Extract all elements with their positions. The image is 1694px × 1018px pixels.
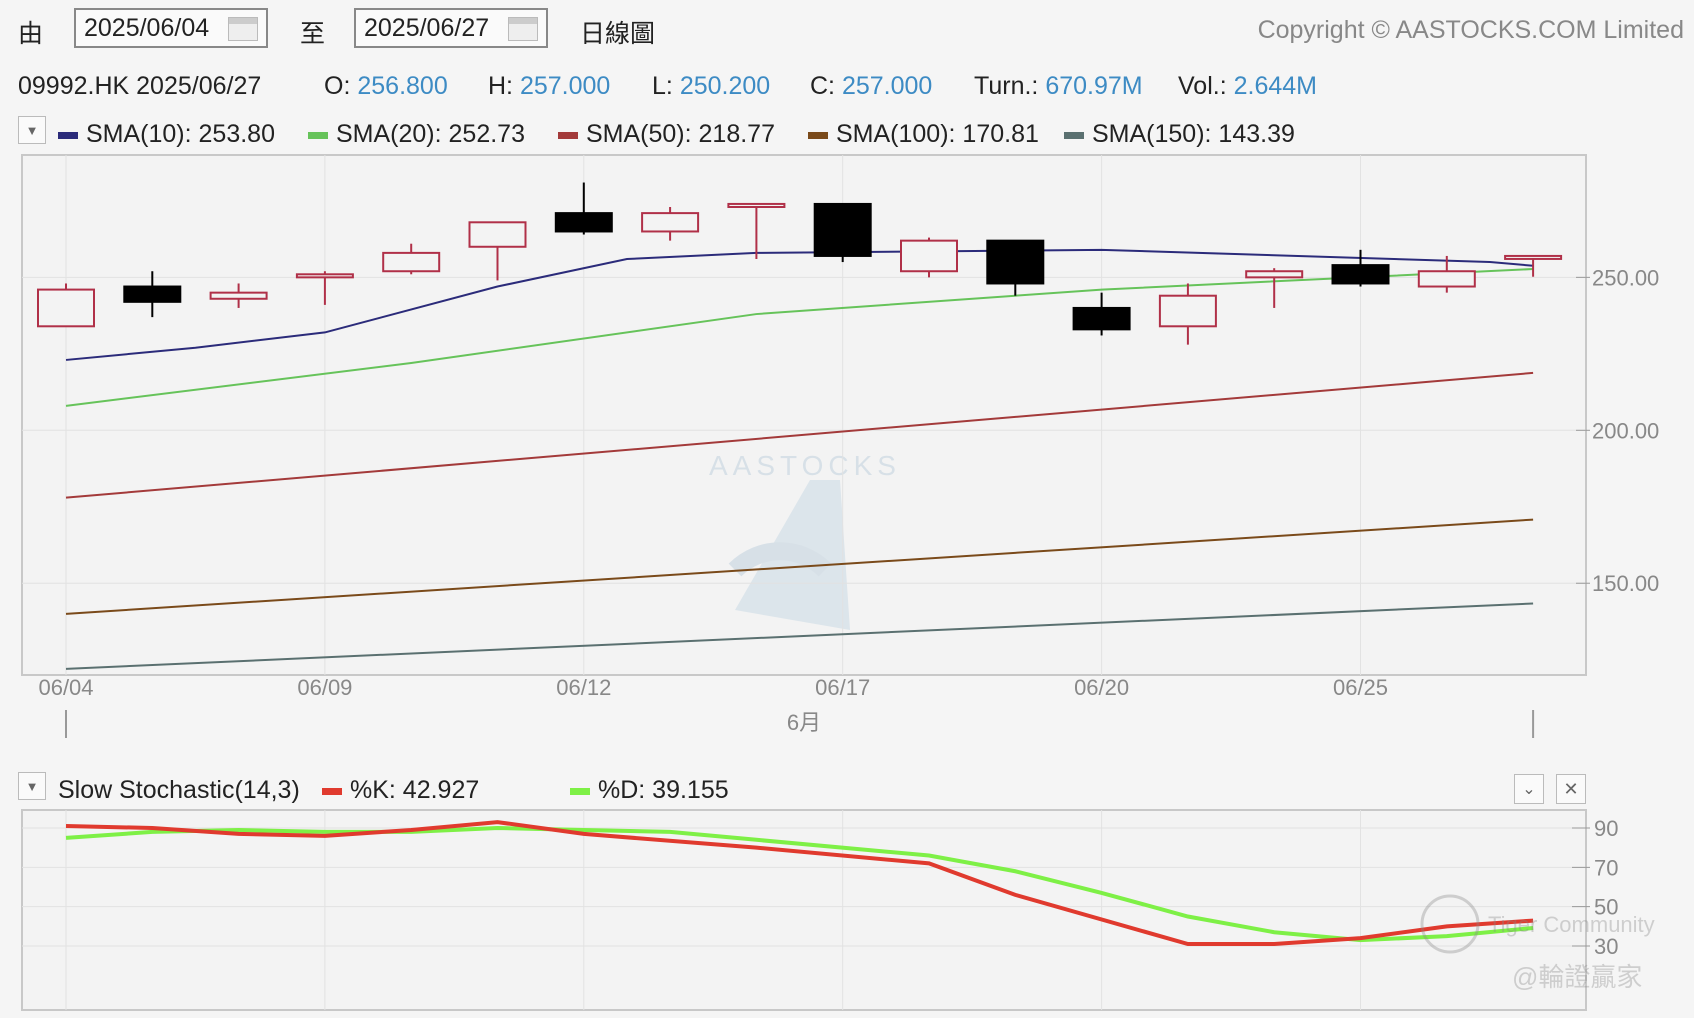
- legend-swatch: [808, 131, 828, 139]
- y-tick-label: 30: [1594, 934, 1618, 959]
- main-chart-dropdown-button[interactable]: ▼: [18, 116, 46, 144]
- volume-field: Vol.: 2.644M: [1178, 72, 1317, 101]
- candle-body: [382, 251, 441, 273]
- close-field: C: 257.000: [810, 72, 932, 101]
- y-tick-label: 90: [1594, 816, 1618, 841]
- x-tick-label: 06/04: [38, 675, 93, 700]
- candle-body: [123, 285, 182, 303]
- legend-sma10: SMA(10): 253.80: [58, 120, 275, 149]
- candle-body: [727, 202, 786, 209]
- legend-swatch: [570, 787, 590, 795]
- volume-value: 2.644M: [1233, 72, 1317, 100]
- legend-label: SMA(20): 252.73: [336, 120, 525, 148]
- close-panel-button[interactable]: ✕: [1556, 774, 1586, 804]
- candle-body: [1331, 264, 1390, 285]
- x-tick-label: 06/17: [815, 675, 870, 700]
- legend-swatch: [58, 131, 78, 139]
- open-value: 256.800: [357, 72, 448, 100]
- candle-body: [1245, 270, 1304, 279]
- low-value: 250.200: [679, 72, 771, 100]
- legend-sma50: SMA(50): 218.77: [558, 120, 775, 149]
- legend-swatch: [322, 787, 342, 795]
- legend-label: SMA(100): 170.81: [836, 120, 1039, 148]
- price-chart[interactable]: AASTOCKS 150.00200.00250.00 06/04 06/09 06…: [0, 150, 1694, 740]
- turnover-value: 670.97M: [1045, 72, 1143, 100]
- legend-swatch: [308, 131, 328, 139]
- calendar-icon[interactable]: [228, 17, 258, 41]
- copyright-text: Copyright © AASTOCKS.COM Limited: [1257, 16, 1684, 44]
- legend-sma100: SMA(100): 170.81: [808, 120, 1039, 149]
- turnover-field: Turn.: 670.97M: [974, 72, 1143, 101]
- legend-sma150: SMA(150): 143.39: [1064, 120, 1295, 149]
- candle-body: [295, 273, 354, 279]
- collapse-panel-button[interactable]: ⌄: [1514, 774, 1544, 804]
- legend-sma20: SMA(20): 252.73: [308, 120, 525, 149]
- candle-body: [209, 291, 268, 300]
- legend-swatch: [1064, 131, 1084, 139]
- turnover-label: Turn.:: [974, 72, 1039, 100]
- from-date-input[interactable]: 2025/06/04: [74, 8, 268, 48]
- y-tick-label: 150.00: [1592, 571, 1659, 596]
- stochastic-chart[interactable]: 30507090 Tiger Community @輪證贏家: [0, 806, 1694, 1016]
- legend-d: %D: 39.155: [570, 776, 729, 805]
- y-tick-label: 70: [1594, 855, 1618, 880]
- from-date-value: 2025/06/04: [84, 13, 210, 42]
- legend-label: %K: 42.927: [350, 776, 480, 804]
- x-tick-label: 06/20: [1074, 675, 1129, 700]
- x-tick-label: 06/12: [556, 675, 611, 700]
- legend-label: SMA(150): 143.39: [1092, 120, 1295, 148]
- candle-body: [641, 212, 700, 233]
- candle-body: [1158, 294, 1217, 328]
- candle-body: [813, 202, 872, 257]
- calendar-icon[interactable]: [508, 17, 538, 41]
- to-label: 至: [300, 20, 326, 48]
- from-label: 由: [18, 20, 44, 48]
- indicator-dropdown-button[interactable]: ▼: [18, 772, 46, 800]
- legend-label: SMA(10): 253.80: [86, 120, 275, 148]
- high-field: H: 257.000: [488, 72, 610, 101]
- open-field: O: 256.800: [324, 72, 448, 101]
- candle-body: [1417, 270, 1476, 288]
- legend-k: %K: 42.927: [322, 776, 479, 805]
- candle: [813, 202, 872, 263]
- candle: [37, 283, 95, 328]
- author-text: @輪證贏家: [1512, 962, 1642, 992]
- legend-swatch: [558, 131, 578, 139]
- x-tick-label: 06/09: [297, 675, 352, 700]
- plot-area: [21, 809, 1587, 1011]
- community-text: Tiger Community: [1488, 912, 1655, 937]
- watermark-brand: AASTOCKS: [709, 450, 901, 481]
- low-label: L:: [652, 72, 673, 100]
- chart-mode-label[interactable]: 日線圖: [580, 14, 655, 50]
- close-label: C:: [810, 72, 835, 100]
- to-date-value: 2025/06/27: [364, 13, 490, 42]
- candle-body: [37, 288, 95, 328]
- candle-body: [986, 239, 1045, 285]
- candle-body: [900, 239, 958, 273]
- candle-body: [1504, 254, 1563, 260]
- x-tick-label: 06/25: [1333, 675, 1388, 700]
- close-value: 257.000: [841, 72, 933, 100]
- symbol-date: 09992.HK 2025/06/27: [18, 72, 262, 100]
- date-axis: 06/04 06/09 06/12 06/17 06/20 06/25: [38, 675, 1535, 738]
- legend-label: SMA(50): 218.77: [586, 120, 775, 148]
- low-field: L: 250.200: [652, 72, 770, 101]
- legend-label: %D: 39.155: [598, 776, 729, 804]
- open-label: O:: [324, 72, 351, 100]
- candle-body: [554, 212, 613, 233]
- price-axis: 150.00 200.00 250.00: [1576, 265, 1659, 596]
- candle-body: [1072, 306, 1131, 331]
- candle: [900, 237, 958, 278]
- to-date-input[interactable]: 2025/06/27: [354, 8, 548, 48]
- volume-label: Vol.:: [1178, 72, 1227, 100]
- month-label: 6月: [787, 710, 821, 735]
- high-label: H:: [488, 72, 513, 100]
- candle-body: [468, 221, 527, 248]
- high-value: 257.000: [519, 72, 611, 100]
- y-tick-label: 200.00: [1592, 418, 1659, 443]
- stoch-title: Slow Stochastic(14,3): [58, 776, 300, 804]
- y-tick-label: 250.00: [1592, 265, 1659, 290]
